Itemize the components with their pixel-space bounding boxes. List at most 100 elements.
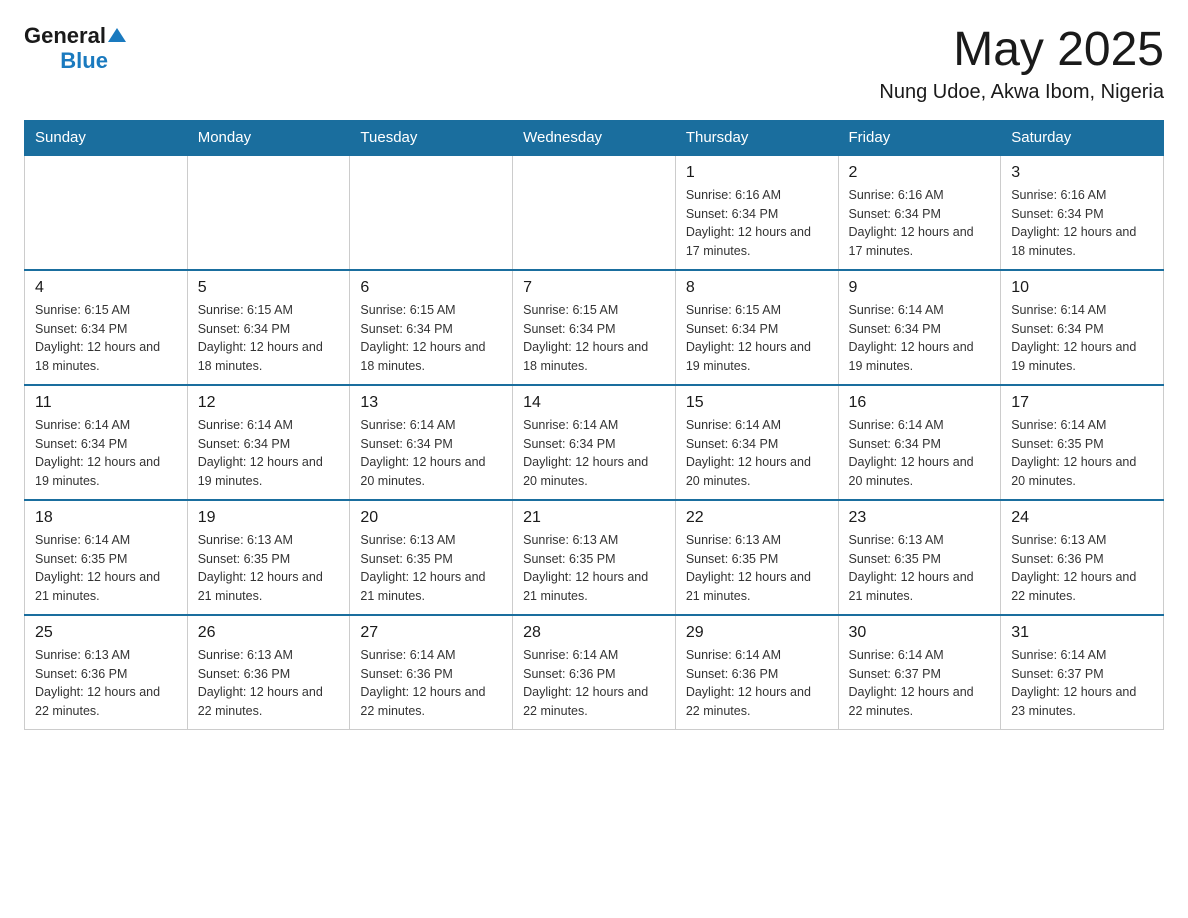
day-cell-19: 19Sunrise: 6:13 AMSunset: 6:35 PMDayligh…	[187, 500, 350, 615]
day-cell-18: 18Sunrise: 6:14 AMSunset: 6:35 PMDayligh…	[25, 500, 188, 615]
col-header-friday: Friday	[838, 120, 1001, 155]
day-cell-15: 15Sunrise: 6:14 AMSunset: 6:34 PMDayligh…	[675, 385, 838, 500]
week-row-2: 4 Sunrise: 6:15 AMSunset: 6:34 PMDaylight…	[25, 270, 1164, 385]
week-row-1: 1 Sunrise: 6:16 AMSunset: 6:34 PMDaylight…	[25, 155, 1164, 270]
day-cell-4: 4 Sunrise: 6:15 AMSunset: 6:34 PMDaylight…	[25, 270, 188, 385]
week-row-3: 11 Sunrise: 6:14 AMSunset: 6:34 PMDayligh…	[25, 385, 1164, 500]
day-cell-24: 24Sunrise: 6:13 AMSunset: 6:36 PMDayligh…	[1001, 500, 1164, 615]
day-cell-13: 13Sunrise: 6:14 AMSunset: 6:34 PMDayligh…	[350, 385, 513, 500]
day-info: Sunrise: 6:13 AMSunset: 6:35 PMDaylight:…	[849, 531, 991, 606]
day-number: 25	[35, 624, 177, 642]
day-info: Sunrise: 6:14 AMSunset: 6:34 PMDaylight:…	[686, 416, 828, 491]
day-cell-10: 10 Sunrise: 6:14 AMSunset: 6:34 PMDayligh…	[1001, 270, 1164, 385]
logo: General Blue	[24, 24, 126, 73]
empty-cell	[513, 155, 676, 270]
col-header-wednesday: Wednesday	[513, 120, 676, 155]
day-cell-1: 1 Sunrise: 6:16 AMSunset: 6:34 PMDaylight…	[675, 155, 838, 270]
empty-cell	[350, 155, 513, 270]
logo-triangle-icon	[108, 26, 126, 44]
day-info: Sunrise: 6:14 AMSunset: 6:34 PMDaylight:…	[849, 301, 991, 376]
day-cell-16: 16 Sunrise: 6:14 AMSunset: 6:34 PMDayligh…	[838, 385, 1001, 500]
day-info: Sunrise: 6:14 AMSunset: 6:36 PMDaylight:…	[360, 646, 502, 721]
day-cell-14: 14 Sunrise: 6:14 AMSunset: 6:34 PMDayligh…	[513, 385, 676, 500]
day-number: 31	[1011, 624, 1153, 642]
day-info: Sunrise: 6:14 AMSunset: 6:34 PMDaylight:…	[1011, 301, 1153, 376]
day-info: Sunrise: 6:14 AMSunset: 6:35 PMDaylight:…	[1011, 416, 1153, 491]
day-number: 5	[198, 279, 340, 297]
day-cell-29: 29 Sunrise: 6:14 AMSunset: 6:36 PMDayligh…	[675, 615, 838, 730]
logo-blue: Blue	[60, 49, 108, 73]
day-number: 4	[35, 279, 177, 297]
col-header-tuesday: Tuesday	[350, 120, 513, 155]
day-number: 1	[686, 164, 828, 182]
day-cell-6: 6 Sunrise: 6:15 AMSunset: 6:34 PMDaylight…	[350, 270, 513, 385]
day-cell-11: 11 Sunrise: 6:14 AMSunset: 6:34 PMDayligh…	[25, 385, 188, 500]
day-cell-21: 21Sunrise: 6:13 AMSunset: 6:35 PMDayligh…	[513, 500, 676, 615]
day-info: Sunrise: 6:14 AMSunset: 6:36 PMDaylight:…	[523, 646, 665, 721]
col-header-thursday: Thursday	[675, 120, 838, 155]
day-info: Sunrise: 6:13 AMSunset: 6:35 PMDaylight:…	[198, 531, 340, 606]
day-number: 2	[849, 164, 991, 182]
day-info: Sunrise: 6:14 AMSunset: 6:34 PMDaylight:…	[35, 416, 177, 491]
day-cell-9: 9 Sunrise: 6:14 AMSunset: 6:34 PMDaylight…	[838, 270, 1001, 385]
day-number: 23	[849, 509, 991, 527]
day-info: Sunrise: 6:16 AMSunset: 6:34 PMDaylight:…	[686, 186, 828, 261]
day-number: 18	[35, 509, 177, 527]
day-info: Sunrise: 6:15 AMSunset: 6:34 PMDaylight:…	[523, 301, 665, 376]
week-row-5: 25 Sunrise: 6:13 AMSunset: 6:36 PMDayligh…	[25, 615, 1164, 730]
empty-cell	[25, 155, 188, 270]
day-number: 28	[523, 624, 665, 642]
day-cell-20: 20 Sunrise: 6:13 AMSunset: 6:35 PMDayligh…	[350, 500, 513, 615]
day-info: Sunrise: 6:14 AMSunset: 6:37 PMDaylight:…	[1011, 646, 1153, 721]
day-number: 30	[849, 624, 991, 642]
day-number: 10	[1011, 279, 1153, 297]
day-cell-25: 25 Sunrise: 6:13 AMSunset: 6:36 PMDayligh…	[25, 615, 188, 730]
day-info: Sunrise: 6:14 AMSunset: 6:37 PMDaylight:…	[849, 646, 991, 721]
day-info: Sunrise: 6:14 AMSunset: 6:34 PMDaylight:…	[198, 416, 340, 491]
day-info: Sunrise: 6:14 AMSunset: 6:34 PMDaylight:…	[523, 416, 665, 491]
month-title: May 2025	[879, 24, 1164, 77]
day-cell-30: 30 Sunrise: 6:14 AMSunset: 6:37 PMDayligh…	[838, 615, 1001, 730]
day-number: 9	[849, 279, 991, 297]
day-info: Sunrise: 6:14 AMSunset: 6:36 PMDaylight:…	[686, 646, 828, 721]
week-row-4: 18Sunrise: 6:14 AMSunset: 6:35 PMDayligh…	[25, 500, 1164, 615]
day-number: 14	[523, 394, 665, 412]
logo-general: General	[24, 24, 106, 48]
day-info: Sunrise: 6:15 AMSunset: 6:34 PMDaylight:…	[360, 301, 502, 376]
day-info: Sunrise: 6:14 AMSunset: 6:34 PMDaylight:…	[849, 416, 991, 491]
calendar-header-row: SundayMondayTuesdayWednesdayThursdayFrid…	[25, 120, 1164, 155]
day-number: 29	[686, 624, 828, 642]
day-cell-7: 7 Sunrise: 6:15 AMSunset: 6:34 PMDaylight…	[513, 270, 676, 385]
day-info: Sunrise: 6:15 AMSunset: 6:34 PMDaylight:…	[198, 301, 340, 376]
day-cell-2: 2 Sunrise: 6:16 AMSunset: 6:34 PMDaylight…	[838, 155, 1001, 270]
day-number: 20	[360, 509, 502, 527]
day-cell-27: 27 Sunrise: 6:14 AMSunset: 6:36 PMDayligh…	[350, 615, 513, 730]
day-cell-28: 28 Sunrise: 6:14 AMSunset: 6:36 PMDayligh…	[513, 615, 676, 730]
day-number: 6	[360, 279, 502, 297]
day-number: 8	[686, 279, 828, 297]
day-info: Sunrise: 6:13 AMSunset: 6:36 PMDaylight:…	[198, 646, 340, 721]
day-number: 26	[198, 624, 340, 642]
day-cell-5: 5 Sunrise: 6:15 AMSunset: 6:34 PMDaylight…	[187, 270, 350, 385]
day-info: Sunrise: 6:15 AMSunset: 6:34 PMDaylight:…	[35, 301, 177, 376]
day-number: 13	[360, 394, 502, 412]
day-cell-8: 8 Sunrise: 6:15 AMSunset: 6:34 PMDaylight…	[675, 270, 838, 385]
day-number: 7	[523, 279, 665, 297]
empty-cell	[187, 155, 350, 270]
col-header-sunday: Sunday	[25, 120, 188, 155]
day-cell-31: 31 Sunrise: 6:14 AMSunset: 6:37 PMDayligh…	[1001, 615, 1164, 730]
day-cell-17: 17Sunrise: 6:14 AMSunset: 6:35 PMDayligh…	[1001, 385, 1164, 500]
day-info: Sunrise: 6:13 AMSunset: 6:35 PMDaylight:…	[686, 531, 828, 606]
day-info: Sunrise: 6:15 AMSunset: 6:34 PMDaylight:…	[686, 301, 828, 376]
page-header: General Blue May 2025 Nung Udoe, Akwa Ib…	[24, 24, 1164, 104]
day-number: 11	[35, 394, 177, 412]
day-number: 21	[523, 509, 665, 527]
day-number: 27	[360, 624, 502, 642]
day-number: 16	[849, 394, 991, 412]
day-info: Sunrise: 6:16 AMSunset: 6:34 PMDaylight:…	[849, 186, 991, 261]
day-info: Sunrise: 6:13 AMSunset: 6:36 PMDaylight:…	[35, 646, 177, 721]
day-cell-26: 26 Sunrise: 6:13 AMSunset: 6:36 PMDayligh…	[187, 615, 350, 730]
title-area: May 2025 Nung Udoe, Akwa Ibom, Nigeria	[879, 24, 1164, 104]
day-info: Sunrise: 6:13 AMSunset: 6:35 PMDaylight:…	[360, 531, 502, 606]
day-info: Sunrise: 6:13 AMSunset: 6:36 PMDaylight:…	[1011, 531, 1153, 606]
